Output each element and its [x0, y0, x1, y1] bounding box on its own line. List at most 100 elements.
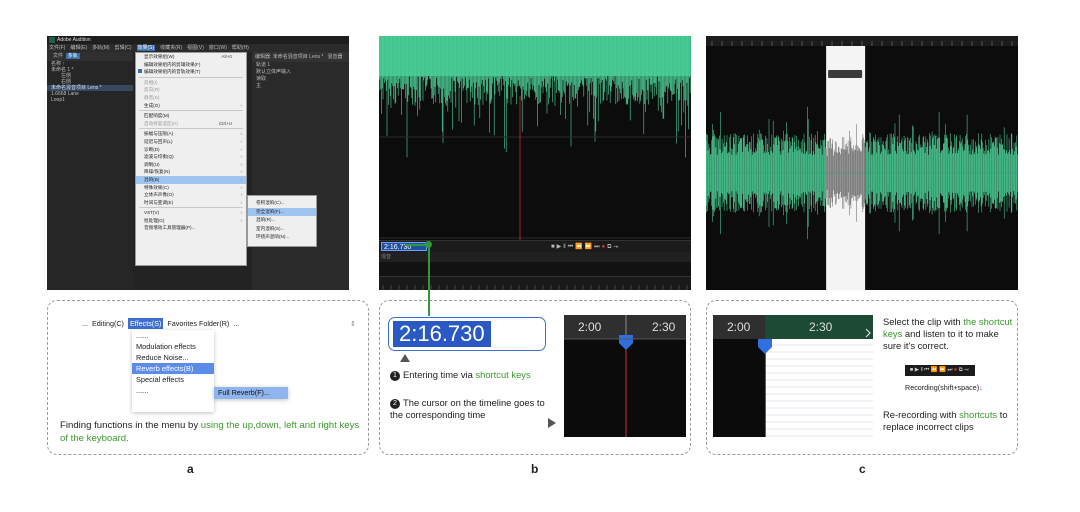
reverb-submenu-item[interactable]: 环绕声混响(N)...: [248, 233, 316, 242]
hud-volume-control[interactable]: [828, 70, 863, 78]
panel-label-b: b: [531, 462, 539, 476]
menubar-item[interactable]: 编辑(E): [70, 45, 87, 51]
menubar-item[interactable]: 文件(F): [49, 45, 65, 51]
time-ruler-b: [379, 276, 691, 290]
effects-menu-item-label: 诊断(D): [144, 146, 160, 152]
c-transport-button-icon[interactable]: ⏪: [931, 367, 939, 373]
effects-menu-item[interactable]: 混响(B) ›: [136, 175, 246, 184]
tab-files[interactable]: 文件: [53, 53, 63, 59]
checkmark-icon: [138, 69, 142, 74]
editor-tab[interactable]: 编辑器: 未命名混音项目 Lens *: [255, 54, 323, 60]
track-control-row[interactable]: 轨道 1: [252, 62, 349, 69]
effects-menu-item[interactable]: 滤波与均衡(Q) ›: [136, 153, 246, 161]
text1-plain-a: Select the clip with: [883, 316, 964, 327]
effects-menu-item-label: 特殊效果(C): [144, 184, 169, 190]
track-controls: 轨道 1 默认立体声输入 读取主: [252, 62, 349, 90]
panel-c-explanation: 2:00 2:30 Select the clip with the short…: [706, 300, 1018, 455]
effects-menu-item[interactable]: 降噪/恢复(N) ›: [136, 168, 246, 176]
reverb-submenu-item[interactable]: 室内混响(S)...: [248, 225, 316, 234]
menu-effects[interactable]: Effects(S): [127, 318, 164, 329]
effects-menu-item[interactable]: 生成(G) ›: [136, 102, 246, 110]
chevron-right-icon: ›: [240, 161, 242, 167]
time-input-large[interactable]: 2:16.730: [388, 317, 546, 351]
playhead-marker-icon[interactable]: [619, 335, 633, 350]
step-2: 2 The cursor on the timeline goes to the …: [390, 397, 560, 421]
waveform-b: [379, 36, 691, 240]
effects-menu-item-label: 降噪/恢复(N): [144, 169, 171, 175]
full-reverb-item[interactable]: Full Reverb(F)...: [214, 387, 288, 399]
menubar-item[interactable]: 帮助(H): [232, 45, 249, 51]
effects-menu-item: 自动修复选区(H) Ctrl+U: [136, 120, 246, 128]
effects-menu-item[interactable]: 批处理(G) ›: [136, 217, 246, 225]
menubar-item[interactable]: 效果(S): [136, 45, 156, 51]
c-transport-button-icon[interactable]: ⇥: [964, 367, 970, 373]
menubar-item[interactable]: 剪辑(C): [115, 45, 132, 51]
menu-favorites[interactable]: Favorites Folder(R): [167, 319, 229, 328]
reverb-submenu-item[interactable]: 混响(R)...: [248, 216, 316, 225]
instruction-select-clip: Select the clip with the shortcut keys a…: [883, 316, 1017, 352]
menu-ellipsis-right: ...: [233, 319, 240, 328]
b-transport-button-icon[interactable]: ⏩: [585, 244, 594, 250]
effects-menu-item[interactable]: 编辑效果组内的剪辑效果(F): [136, 61, 246, 69]
menubar-item[interactable]: 收藏夹(R): [160, 45, 182, 51]
effects-menu-item[interactable]: 音频增效工具管理器(P)...: [136, 224, 246, 232]
effects-menu-item[interactable]: 诊断(D) ›: [136, 146, 246, 154]
file-list-item[interactable]: Loop1: [47, 97, 133, 103]
menu-editing[interactable]: Editing(C): [92, 319, 124, 328]
effects-dropdown-item[interactable]: Reduce Noise...: [132, 352, 214, 363]
effects-menu-item-label: 时间与变调(E): [144, 199, 174, 205]
effects-menu: 显示效果组(W) Alt+0 编辑效果组内的剪辑效果(F) 编辑效果组内的音轨效果(T…: [135, 52, 247, 266]
menu-ellipsis-left: ...: [82, 319, 88, 328]
waveform-editor-b: 2:16.730 ■▶‖⏮⏪⏩⏭●⧉⇥ 混音: [379, 36, 691, 290]
effects-dropdown-item[interactable]: Special effects: [132, 374, 214, 385]
chevron-right-icon: ›: [240, 176, 242, 182]
instruction-rerecord: Re-recording with shortcuts to replace i…: [883, 409, 1017, 433]
panel-label-c: c: [859, 462, 866, 476]
track-control-row[interactable]: 默认立体声输入: [252, 69, 349, 76]
timeline-zoom-b: 2:00 2:30: [564, 315, 686, 437]
b-transport-button-icon[interactable]: ⏭: [594, 244, 601, 250]
app-menubar: 文件(F) 编辑(E) 多轨(M) 剪辑(C) 效果(S) 收藏夹(R) 视图(V) 窗口(W…: [47, 44, 349, 52]
effects-menu-item: 反向(R): [136, 86, 246, 94]
b-transport-button-icon[interactable]: ⇥: [613, 244, 620, 250]
reverb-submenu-item[interactable]: 完全混响(F)...: [248, 207, 316, 216]
effects-menu-item[interactable]: 立体声声像(O) ›: [136, 191, 246, 199]
chevron-right-icon: [865, 328, 871, 338]
effects-menu-item[interactable]: 振幅与压限(A) ›: [136, 130, 246, 138]
menubar-item[interactable]: 多轨(M): [92, 45, 110, 51]
chevron-right-icon: ›: [240, 192, 242, 198]
mixer-tab[interactable]: 混音器: [328, 54, 343, 60]
menubar-item[interactable]: 窗口(W): [209, 45, 227, 51]
tab-multitrack[interactable]: 多轨: [65, 53, 80, 59]
menubar-item[interactable]: 视图(V): [187, 45, 204, 51]
track-control-row[interactable]: 主: [252, 83, 349, 90]
effects-menu-item-label: 混响(B): [144, 176, 160, 182]
b-transport-button-icon[interactable]: ⏪: [575, 244, 584, 250]
track-control-row[interactable]: 读取: [252, 76, 349, 83]
step-2-text: The cursor on the timeline goes to the c…: [390, 397, 545, 420]
effects-menu-item-label: 立体声声像(O): [144, 192, 174, 198]
effects-dropdown-item[interactable]: Modulation effects: [132, 341, 214, 352]
editor-panel: 编辑器: 未命名混音项目 Lens * 混音器 轨道 1 默认立体声输入 读取主: [252, 52, 349, 290]
reverb-submenu-item[interactable]: 卷积混响(C)...: [248, 199, 316, 208]
effects-menu-item[interactable]: 编辑效果组内的音轨效果(T): [136, 68, 246, 76]
app-title: Adobe Audition: [57, 37, 91, 43]
effects-menu-item[interactable]: VST(V) ›: [136, 209, 246, 217]
record-arrow-icon: ↓: [979, 383, 983, 392]
pointer-right-icon: [548, 418, 556, 428]
effects-menu-item[interactable]: 匹配响度(M): [136, 112, 246, 120]
effects-menu-item[interactable]: 延迟与回声(L) ›: [136, 138, 246, 146]
files-panel: 文件 多轨 名称 ↑ 未命名 1 * 左侧 右侧 未命名混音项目 Lens * 1.666…: [47, 52, 133, 290]
effects-menu-item[interactable]: 显示效果组(W) Alt+0: [136, 53, 246, 61]
effects-menu-item[interactable]: 调制(U) ›: [136, 161, 246, 169]
text2-green: shortcuts: [959, 409, 998, 420]
record-shortcut-label: Recording(shift+space)↓: [905, 383, 983, 392]
effects-dropdown-item[interactable]: Reverb effects(B): [132, 363, 214, 374]
effects-menu-item[interactable]: 时间与变调(E) ›: [136, 199, 246, 207]
connector-line: [428, 244, 430, 316]
editor-tabrow: 编辑器: 未命名混音项目 Lens * 混音器: [252, 52, 349, 62]
effects-menu-shortcut: Ctrl+U: [218, 120, 232, 126]
effects-menu-item[interactable]: 特殊效果(C) ›: [136, 184, 246, 192]
panel-label-a: a: [187, 462, 194, 476]
menu-zoom-bar: ... Editing(C) Effects(S) Favorites Fold…: [82, 318, 360, 330]
